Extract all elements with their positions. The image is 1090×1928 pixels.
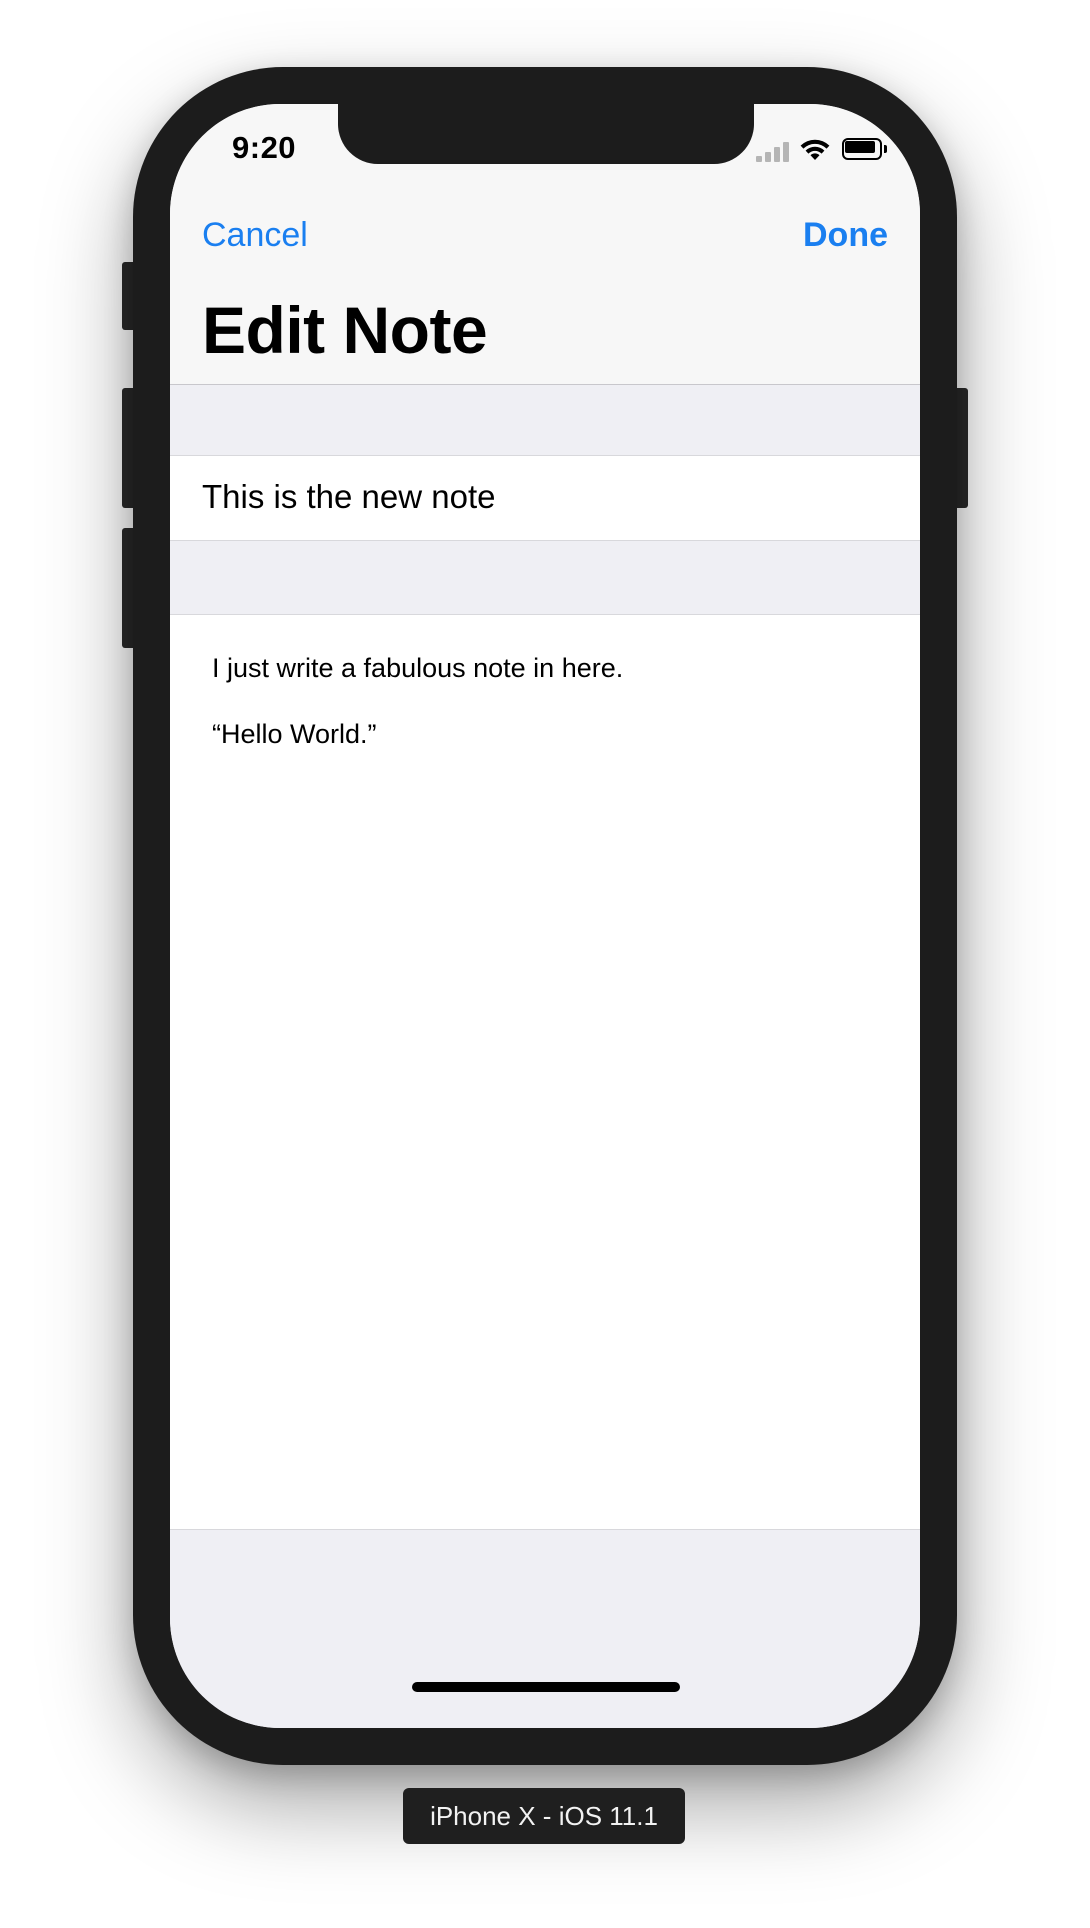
wifi-icon: [798, 136, 832, 162]
note-body-line: “Hello World.”: [212, 719, 377, 749]
cellular-signal-icon: [756, 140, 790, 162]
page-title: Edit Note: [202, 293, 488, 367]
note-body-text-view[interactable]: I just write a fabulous note in here. “H…: [170, 614, 920, 1530]
done-button[interactable]: Done: [803, 216, 888, 255]
device-screen: 9:20 Cancel Done Edit Note This is the n…: [170, 104, 920, 1728]
grouped-background: [170, 1530, 920, 1728]
note-title-cell: [170, 455, 920, 541]
note-body-line: I just write a fabulous note in here.: [212, 653, 624, 683]
section-spacer: [170, 541, 920, 614]
note-title-field[interactable]: [202, 478, 882, 516]
home-indicator[interactable]: [412, 1682, 680, 1692]
cancel-button[interactable]: Cancel: [202, 216, 308, 255]
battery-icon: [842, 138, 890, 162]
simulator-stage: 9:20 Cancel Done Edit Note This is the n…: [0, 0, 1090, 1928]
status-time: 9:20: [232, 130, 297, 165]
notch: [338, 104, 754, 164]
section-spacer: [170, 385, 920, 455]
device-label: iPhone X - iOS 11.1: [403, 1788, 685, 1844]
